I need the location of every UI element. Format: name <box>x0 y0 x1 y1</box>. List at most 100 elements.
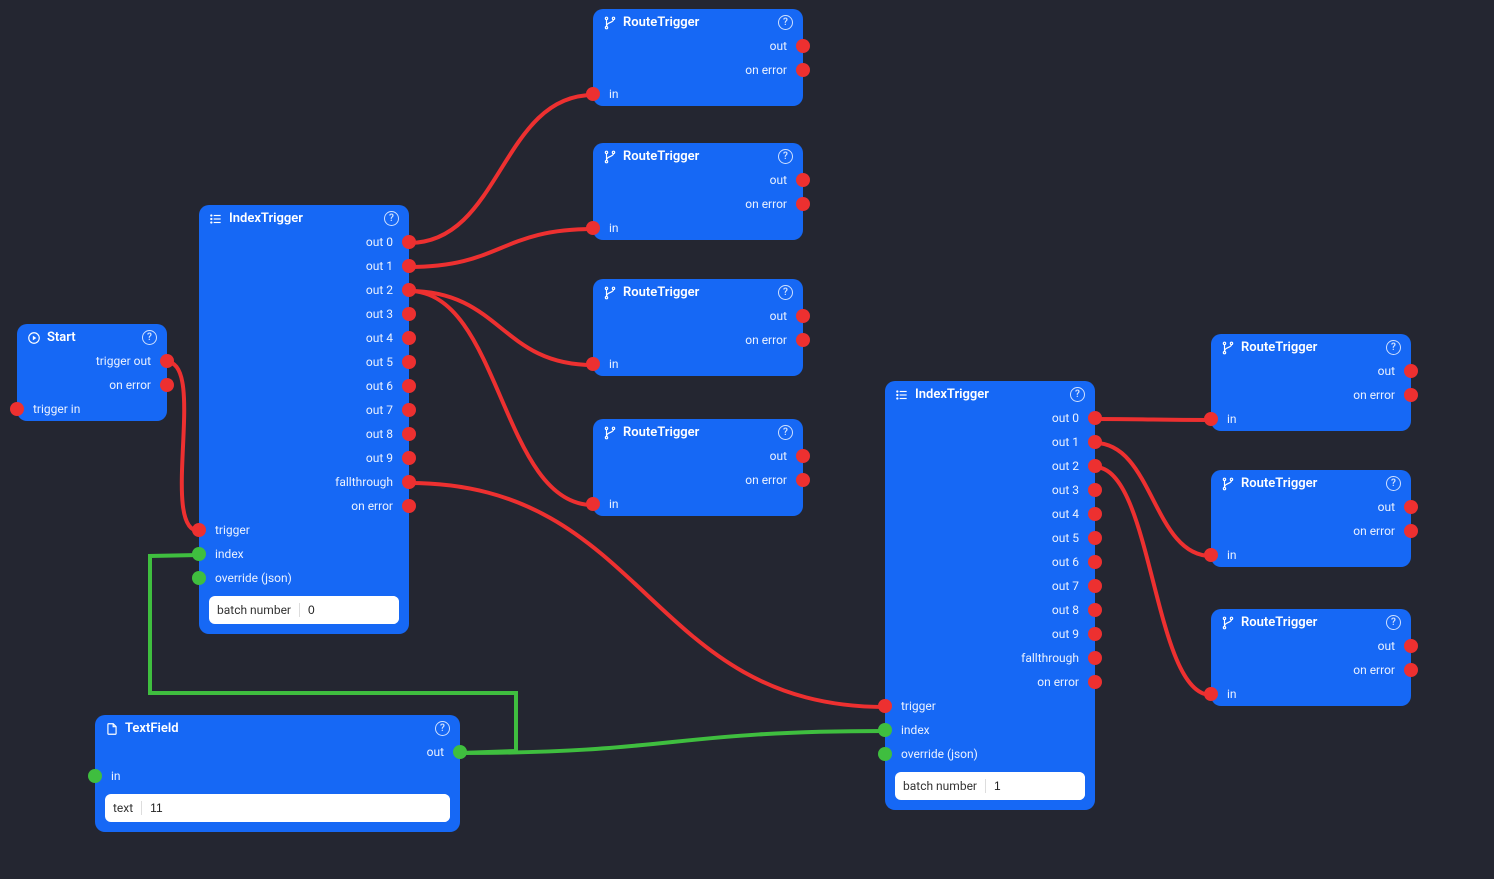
input-port[interactable] <box>1204 548 1218 562</box>
output-port[interactable] <box>1088 483 1102 497</box>
input-port[interactable] <box>192 571 206 585</box>
node-header[interactable]: RouteTrigger? <box>1211 470 1411 495</box>
node-route7[interactable]: RouteTrigger?outon errorin <box>1211 609 1411 706</box>
input-port[interactable] <box>1204 412 1218 426</box>
node-start[interactable]: Start?trigger outon errortrigger in <box>17 324 167 421</box>
help-icon[interactable]: ? <box>1070 387 1085 402</box>
port-label: on error <box>109 378 151 392</box>
output-port[interactable] <box>1088 579 1102 593</box>
node-header[interactable]: RouteTrigger? <box>593 419 803 444</box>
node-header[interactable]: Start? <box>17 324 167 349</box>
help-icon[interactable]: ? <box>778 425 793 440</box>
field-input[interactable] <box>986 772 1085 800</box>
output-port[interactable] <box>402 331 416 345</box>
output-port[interactable] <box>402 283 416 297</box>
output-port[interactable] <box>796 173 810 187</box>
output-port[interactable] <box>796 449 810 463</box>
node-canvas[interactable]: Start?trigger outon errortrigger in Index… <box>0 0 1494 879</box>
output-port-row: out 4 <box>885 502 1095 526</box>
node-header[interactable]: RouteTrigger? <box>593 143 803 168</box>
field-input[interactable] <box>142 794 450 822</box>
port-label: out 4 <box>366 331 393 345</box>
output-port[interactable] <box>402 379 416 393</box>
output-port[interactable] <box>1404 639 1418 653</box>
help-icon[interactable]: ? <box>384 211 399 226</box>
output-port[interactable] <box>1088 531 1102 545</box>
output-port[interactable] <box>160 354 174 368</box>
output-port[interactable] <box>1088 411 1102 425</box>
output-port[interactable] <box>796 197 810 211</box>
output-port[interactable] <box>1088 555 1102 569</box>
node-textfield[interactable]: TextField?outintext <box>95 715 460 832</box>
input-port[interactable] <box>586 357 600 371</box>
port-label: trigger <box>901 699 936 713</box>
output-port[interactable] <box>402 355 416 369</box>
output-port[interactable] <box>402 427 416 441</box>
output-port[interactable] <box>796 473 810 487</box>
output-port[interactable] <box>796 309 810 323</box>
node-route2[interactable]: RouteTrigger?outon errorin <box>593 143 803 240</box>
help-icon[interactable]: ? <box>778 149 793 164</box>
output-port[interactable] <box>1088 651 1102 665</box>
output-port-row: out 2 <box>885 454 1095 478</box>
output-port[interactable] <box>402 403 416 417</box>
node-header[interactable]: RouteTrigger? <box>593 279 803 304</box>
help-icon[interactable]: ? <box>778 285 793 300</box>
output-port[interactable] <box>1088 435 1102 449</box>
input-port[interactable] <box>586 221 600 235</box>
port-label: out <box>427 745 444 759</box>
input-port[interactable] <box>878 699 892 713</box>
help-icon[interactable]: ? <box>1386 476 1401 491</box>
node-header[interactable]: RouteTrigger? <box>1211 609 1411 634</box>
help-icon[interactable]: ? <box>1386 615 1401 630</box>
field-input[interactable] <box>300 596 399 624</box>
node-header[interactable]: RouteTrigger? <box>1211 334 1411 359</box>
output-port[interactable] <box>1088 507 1102 521</box>
node-route4[interactable]: RouteTrigger?outon errorin <box>593 419 803 516</box>
output-port[interactable] <box>402 499 416 513</box>
input-port[interactable] <box>586 87 600 101</box>
input-port[interactable] <box>192 547 206 561</box>
output-port[interactable] <box>1404 500 1418 514</box>
help-icon[interactable]: ? <box>778 15 793 30</box>
input-port[interactable] <box>88 769 102 783</box>
output-port[interactable] <box>402 307 416 321</box>
node-route1[interactable]: RouteTrigger?outon errorin <box>593 9 803 106</box>
output-port[interactable] <box>1404 663 1418 677</box>
output-port[interactable] <box>402 259 416 273</box>
output-port[interactable] <box>1404 524 1418 538</box>
input-port[interactable] <box>586 497 600 511</box>
help-icon[interactable]: ? <box>142 330 157 345</box>
node-header[interactable]: RouteTrigger? <box>593 9 803 34</box>
input-port[interactable] <box>1204 687 1218 701</box>
port-label: on error <box>745 63 787 77</box>
output-port[interactable] <box>1088 459 1102 473</box>
node-header[interactable]: IndexTrigger? <box>199 205 409 230</box>
help-icon[interactable]: ? <box>435 721 450 736</box>
help-icon[interactable]: ? <box>1386 340 1401 355</box>
node-route5[interactable]: RouteTrigger?outon errorin <box>1211 334 1411 431</box>
output-port[interactable] <box>796 39 810 53</box>
input-port[interactable] <box>192 523 206 537</box>
output-port[interactable] <box>796 63 810 77</box>
node-route3[interactable]: RouteTrigger?outon errorin <box>593 279 803 376</box>
output-port[interactable] <box>1088 603 1102 617</box>
output-port[interactable] <box>1404 388 1418 402</box>
output-port[interactable] <box>453 745 467 759</box>
node-header[interactable]: TextField? <box>95 715 460 740</box>
node-index1[interactable]: IndexTrigger?out 0out 1out 2out 3out 4ou… <box>199 205 409 634</box>
node-route6[interactable]: RouteTrigger?outon errorin <box>1211 470 1411 567</box>
output-port[interactable] <box>402 235 416 249</box>
output-port[interactable] <box>402 475 416 489</box>
node-header[interactable]: IndexTrigger? <box>885 381 1095 406</box>
output-port[interactable] <box>796 333 810 347</box>
node-index2[interactable]: IndexTrigger?out 0out 1out 2out 3out 4ou… <box>885 381 1095 810</box>
input-port[interactable] <box>878 747 892 761</box>
output-port[interactable] <box>1088 627 1102 641</box>
output-port[interactable] <box>1088 675 1102 689</box>
output-port[interactable] <box>160 378 174 392</box>
output-port[interactable] <box>1404 364 1418 378</box>
input-port[interactable] <box>10 402 24 416</box>
output-port[interactable] <box>402 451 416 465</box>
input-port[interactable] <box>878 723 892 737</box>
